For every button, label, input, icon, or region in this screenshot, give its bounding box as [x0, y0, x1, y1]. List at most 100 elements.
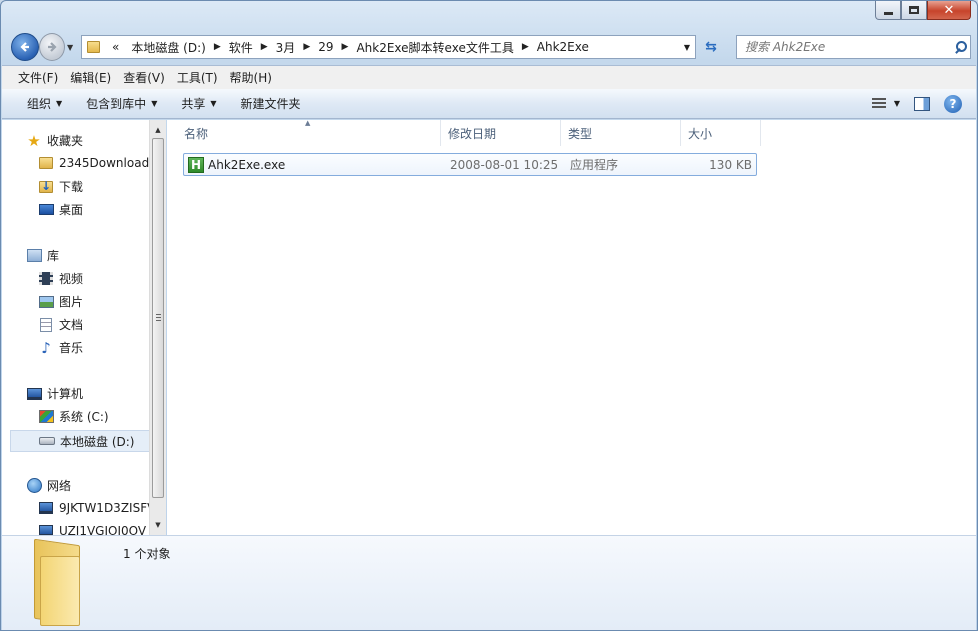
- breadcrumb-separator-icon[interactable]: ▶: [340, 42, 351, 52]
- nav-computer[interactable]: 计算机: [26, 385, 83, 402]
- nav-favorites[interactable]: ★ 收藏夹: [26, 132, 83, 150]
- menu-help[interactable]: 帮助(H): [224, 69, 278, 86]
- music-icon: ♪: [41, 339, 51, 356]
- nav-network[interactable]: 网络: [26, 477, 71, 494]
- maximize-button[interactable]: [901, 1, 927, 20]
- document-icon: [38, 317, 54, 333]
- desktop-icon: [38, 202, 54, 218]
- search-input[interactable]: [745, 40, 952, 54]
- include-in-library-label: 包含到库中: [86, 97, 147, 111]
- breadcrumb-overflow[interactable]: «: [106, 36, 125, 58]
- nav-item-system-c[interactable]: 系统 (C:): [38, 408, 150, 425]
- address-dropdown-icon[interactable]: ▼: [679, 43, 695, 52]
- menu-edit[interactable]: 编辑(E): [64, 69, 117, 86]
- file-row[interactable]: H Ahk2Exe.exe 2008-08-01 10:25 应用程序 130 …: [183, 153, 757, 176]
- nav-item-downloads[interactable]: 下载: [38, 178, 150, 195]
- network-icon: [26, 478, 42, 494]
- search-icon[interactable]: [952, 38, 970, 56]
- network-computer-icon: [38, 523, 54, 535]
- navigation-pane-scrollbar[interactable]: ▲ ▼: [149, 120, 166, 535]
- video-icon: [38, 271, 54, 287]
- column-headers: 名称 修改日期 类型 大小: [177, 120, 761, 146]
- recent-pages-dropdown[interactable]: ▼: [67, 43, 73, 52]
- minimize-button[interactable]: [875, 1, 901, 20]
- nav-item-network-pc[interactable]: 9JKTW1D3ZISFV: [38, 500, 150, 516]
- nav-libraries[interactable]: 库: [26, 247, 59, 264]
- library-icon: [26, 248, 42, 264]
- nav-item-network-pc[interactable]: UZJ1VGIOJ0OV: [38, 523, 150, 535]
- maximize-icon: [909, 6, 919, 14]
- breadcrumb-software[interactable]: 软件: [223, 36, 259, 58]
- file-modified: 2008-08-01 10:25: [450, 157, 559, 172]
- breadcrumb-separator-icon[interactable]: ▶: [212, 42, 223, 52]
- breadcrumb-29[interactable]: 29: [312, 36, 339, 58]
- nav-item-documents[interactable]: 文档: [38, 316, 150, 333]
- network-computer-icon: [38, 500, 54, 516]
- breadcrumb-separator-icon[interactable]: ▶: [301, 42, 312, 52]
- caption-buttons: ✕: [875, 1, 971, 21]
- details-view-icon: [871, 97, 886, 110]
- column-header-modified[interactable]: 修改日期: [441, 120, 561, 146]
- view-controls: ▼ ?: [871, 94, 976, 113]
- navigation-pane: ★收藏夹 2345Downloads 下载 桌面 库 视频 图片 文档 ♪音乐 …: [2, 120, 166, 535]
- nav-item-local-disk-d[interactable]: 本地磁盘 (D:): [10, 430, 150, 452]
- picture-icon: [38, 294, 54, 310]
- nav-item-label: 下载: [59, 180, 84, 194]
- forward-arrow-icon: [48, 42, 57, 52]
- breadcrumb-drive-d[interactable]: 本地磁盘 (D:): [125, 36, 211, 58]
- scroll-down-icon[interactable]: ▼: [150, 517, 166, 533]
- navigation-bar: ▼ « 本地磁盘 (D:) ▶ 软件 ▶ 3月 ▶ 29 ▶ Ahk2Exe脚本…: [9, 31, 971, 63]
- chevron-down-icon: ▼: [893, 99, 900, 108]
- nav-item-videos[interactable]: 视频: [38, 270, 150, 287]
- scroll-up-icon[interactable]: ▲: [150, 122, 166, 138]
- close-button[interactable]: ✕: [927, 1, 971, 20]
- drive-icon: [39, 433, 55, 449]
- organize-label: 组织: [27, 97, 52, 111]
- menu-bar: 文件(F) 编辑(E) 查看(V) 工具(T) 帮助(H): [2, 65, 976, 89]
- nav-item-label: 图片: [59, 295, 84, 309]
- computer-icon: [26, 386, 42, 402]
- file-size: 130 KB: [709, 157, 752, 172]
- help-icon[interactable]: ?: [944, 94, 962, 113]
- breadcrumb-ahk2exe-tool[interactable]: Ahk2Exe脚本转exe文件工具: [350, 36, 519, 58]
- preview-pane-icon[interactable]: [914, 96, 930, 111]
- menu-tools[interactable]: 工具(T): [171, 69, 224, 86]
- new-folder-button[interactable]: 新建文件夹: [234, 95, 308, 112]
- include-in-library-button[interactable]: 包含到库中 ▼: [79, 95, 164, 112]
- breadcrumb-ahk2exe[interactable]: Ahk2Exe: [531, 36, 595, 58]
- address-bar[interactable]: « 本地磁盘 (D:) ▶ 软件 ▶ 3月 ▶ 29 ▶ Ahk2Exe脚本转e…: [81, 35, 696, 59]
- new-folder-label: 新建文件夹: [240, 97, 301, 111]
- change-view-button[interactable]: ▼: [871, 97, 900, 110]
- nav-item-pictures[interactable]: 图片: [38, 293, 150, 310]
- nav-item-label: UZJ1VGIOJ0OV: [59, 524, 147, 535]
- search-box[interactable]: [736, 35, 971, 59]
- column-header-size[interactable]: 大小: [681, 120, 761, 146]
- large-folder-icon: [34, 538, 104, 626]
- nav-item-label: 视频: [59, 272, 84, 286]
- chevron-down-icon: ▼: [151, 99, 158, 108]
- close-icon: ✕: [943, 2, 955, 18]
- organize-button[interactable]: 组织 ▼: [20, 95, 69, 112]
- sort-ascending-icon: ▲: [305, 119, 311, 127]
- nav-section-label: 计算机: [47, 387, 84, 401]
- back-button[interactable]: [11, 33, 39, 61]
- forward-button[interactable]: [39, 33, 65, 61]
- nav-section-label: 网络: [47, 479, 72, 493]
- scrollbar-thumb[interactable]: [152, 138, 164, 498]
- nav-item-music[interactable]: ♪ 音乐: [38, 339, 150, 356]
- chevron-down-icon: ▼: [56, 99, 63, 108]
- downloads-icon: [38, 179, 54, 195]
- nav-item-desktop[interactable]: 桌面: [38, 201, 150, 218]
- share-button[interactable]: 共享 ▼: [174, 95, 223, 112]
- breadcrumb-march[interactable]: 3月: [270, 36, 302, 58]
- refresh-button[interactable]: ⇆: [699, 35, 723, 59]
- nav-item-label: 桌面: [59, 203, 84, 217]
- back-arrow-icon: [20, 42, 29, 52]
- nav-item-label: 9JKTW1D3ZISFV: [59, 501, 150, 515]
- column-header-type[interactable]: 类型: [561, 120, 681, 146]
- breadcrumb-separator-icon[interactable]: ▶: [259, 42, 270, 52]
- breadcrumb-separator-icon[interactable]: ▶: [520, 42, 531, 52]
- menu-file[interactable]: 文件(F): [12, 69, 64, 86]
- menu-view[interactable]: 查看(V): [117, 69, 171, 86]
- nav-item-2345downloads[interactable]: 2345Downloads: [38, 155, 150, 171]
